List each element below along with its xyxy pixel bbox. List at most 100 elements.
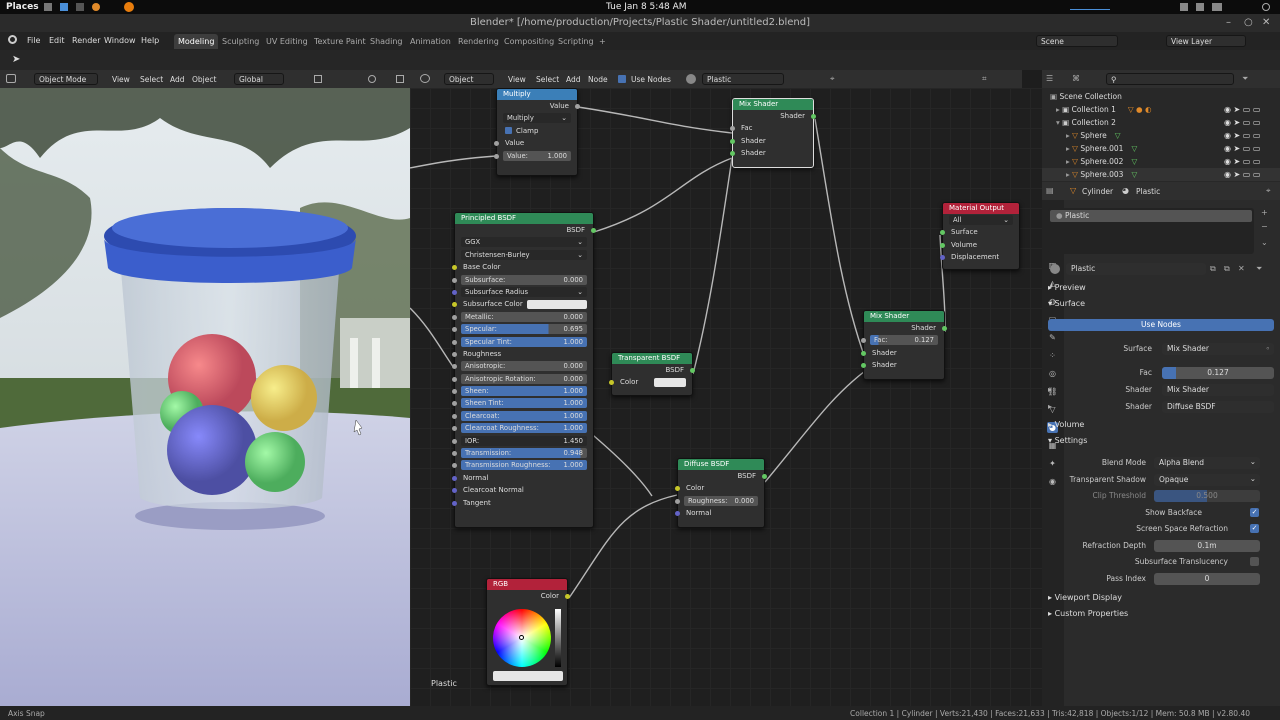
slot-specials-icon[interactable]: ⌄ [1261,238,1268,247]
places-menu[interactable]: Places [6,2,39,12]
maximize-icon[interactable]: ○ [1244,14,1253,32]
node-principled-bsdf[interactable]: Principled BSDF BSDF GGX ⌄ Christensen-Bu… [452,212,596,528]
chevron-right-icon[interactable]: ▸ [1048,385,1052,394]
unlink-icon[interactable]: ✕ [1238,264,1245,273]
color-wheel-cursor[interactable] [519,635,524,640]
socket-in[interactable] [452,401,457,407]
terminal-icon[interactable] [76,3,84,11]
blender-icon[interactable] [124,2,134,12]
particles-tab-icon[interactable]: ⁘ [1047,350,1058,361]
outliner-search-input[interactable]: ⚲ [1106,73,1234,85]
node-diffuse-bsdf[interactable]: Diffuse BSDF BSDF Color Roughness: 0.000 … [675,458,767,528]
tab-modeling[interactable]: Modeling [174,34,219,49]
node-principled-header[interactable]: Principled BSDF [455,213,593,224]
node-rgb[interactable]: RGB Color [486,578,570,686]
viewport-menu-view[interactable]: View [112,75,130,84]
shader-fx-tab-icon[interactable]: ✦ [1047,458,1058,469]
socket-in[interactable] [452,488,457,494]
node-multiply[interactable]: Multiply Value Multiply ⌄ Clamp Value Val… [494,88,580,176]
node-transparent-header[interactable]: Transparent BSDF [612,353,692,364]
outliner-editor-type-icon[interactable]: ☰ [1046,74,1053,83]
viewport-menu-object[interactable]: Object [192,75,216,84]
anisotropic-rotation-field[interactable]: Anisotropic Rotation: 0.000 [461,373,587,384]
diffuse-roughness-field[interactable]: Roughness: 0.000 [684,495,758,506]
value-slider[interactable] [555,609,561,667]
sheen-field[interactable]: Sheen: 1.000 [461,386,587,397]
use-nodes-button[interactable]: Use Nodes [1048,319,1274,331]
material-slot-list[interactable]: ● Plastic [1048,208,1254,254]
clearcoat-roughness-field[interactable]: Clearcoat Roughness: 1.000 [461,423,587,434]
socket-out[interactable] [811,114,816,119]
node-rgb-header[interactable]: RGB [487,579,567,590]
chevron-right-icon[interactable]: ▸ [1048,402,1052,411]
sheen-tint-field[interactable]: Sheen Tint: 1.000 [461,398,587,409]
view-layer-selector[interactable]: View Layer [1166,35,1246,47]
surface-section[interactable]: ▾ Surface [1048,299,1085,308]
clearcoat-field[interactable]: Clearcoat: 1.000 [461,410,587,421]
socket-in[interactable] [675,511,680,517]
socket-in[interactable] [452,463,457,469]
anisotropic-field[interactable]: Anisotropic: 0.000 [461,361,587,372]
material-name-field[interactable]: Plastic [702,73,784,85]
socket-out[interactable] [942,326,947,331]
clamp-checkbox[interactable] [505,126,512,134]
use-nodes-checkbox[interactable] [618,75,626,83]
multiply-value-field[interactable]: Value: 1.000 [503,150,571,161]
transform-orientation-dropdown[interactable]: Global [234,73,284,85]
browser-icon[interactable] [92,3,100,11]
subsurface-radius-dropdown[interactable]: Subsurface Radius ⌄ [461,286,587,297]
properties-editor[interactable]: ▤ ▽ Cylinder ◕ Plastic ⌖ ⚒ ▣ ▤ ▥ ◭ ◍ ▢ ✎… [1042,182,1280,706]
subsurface-field[interactable]: Subsurface: 0.000 [461,274,587,285]
proportional-edit-icon[interactable] [368,75,376,83]
pin-icon[interactable]: ⌖ [1266,186,1271,196]
socket-in[interactable] [452,500,457,506]
socket-in[interactable] [609,380,614,386]
socket-in[interactable] [452,351,457,357]
add-slot-icon[interactable]: + [1261,208,1268,217]
viewport-menu-select[interactable]: Select [140,75,163,84]
menu-file[interactable]: File [27,36,40,45]
subsurface-translucency-checkbox[interactable] [1250,557,1259,566]
shader1-field[interactable]: Mix Shader [1162,384,1274,396]
add-workspace-icon[interactable]: + [595,34,610,49]
select-tool-icon[interactable]: ➤ [12,54,20,65]
socket-in[interactable] [452,413,457,419]
tab-scripting[interactable]: Scripting [554,34,598,49]
multiply-operation-dropdown[interactable]: Multiply ⌄ [503,113,571,124]
display-mode-icon[interactable]: ⌘ [1072,74,1080,83]
outliner[interactable]: ☰ ⌘ ⚲ ⏷ ▣ Scene Collection ▸ ▣ Collectio… [1042,70,1280,182]
fake-user-icon[interactable]: ⧉ [1210,264,1216,274]
eye-icon[interactable]: ◉ ➤ ▭ ▭ [1224,155,1274,168]
surface-shader-field[interactable]: Mix Shader ◦ [1162,343,1274,355]
menu-help[interactable]: Help [141,36,159,45]
socket-in[interactable] [730,126,735,132]
power-icon[interactable] [1262,3,1270,11]
color-wheel[interactable] [493,609,551,667]
transmission-roughness-field[interactable]: Transmission Roughness: 1.000 [461,460,587,471]
distribution-dropdown[interactable]: GGX ⌄ [461,237,587,248]
node-menu-select[interactable]: Select [536,75,559,84]
specular-tint-field[interactable]: Specular Tint: 1.000 [461,336,587,347]
node-menu-node[interactable]: Node [588,75,608,84]
eye-icon[interactable]: ◉ ➤ ▭ ▭ [1224,116,1274,129]
modifier-tab-icon[interactable]: ✎ [1047,332,1058,343]
tab-shading[interactable]: Shading [366,34,407,49]
node-menu-view[interactable]: View [508,75,526,84]
file-manager-icon[interactable] [60,3,68,11]
clip-threshold-slider[interactable]: 0.500 [1154,490,1260,502]
tab-sculpting[interactable]: Sculpting [218,34,263,49]
eye-icon[interactable]: ◉ ➤ ▭ ▭ [1224,168,1274,181]
editor-type-icon[interactable] [6,74,16,83]
socket-out[interactable] [565,594,570,599]
socket-in[interactable] [940,255,945,261]
sss-method-dropdown[interactable]: Christensen-Burley ⌄ [461,249,587,260]
properties-editor-type-icon[interactable]: ▤ [1046,186,1054,195]
socket-in[interactable] [452,277,457,283]
fac-slider[interactable]: 0.127 [1162,367,1274,379]
node-menu-add[interactable]: Add [566,75,581,84]
link-filter-icon[interactable]: ⏷ [1256,264,1262,274]
node-transparent-bsdf[interactable]: Transparent BSDF BSDF Color [609,352,695,396]
new-material-icon[interactable]: ⧉ [1224,264,1230,274]
socket-in[interactable] [675,486,680,492]
socket-in[interactable] [452,426,457,432]
